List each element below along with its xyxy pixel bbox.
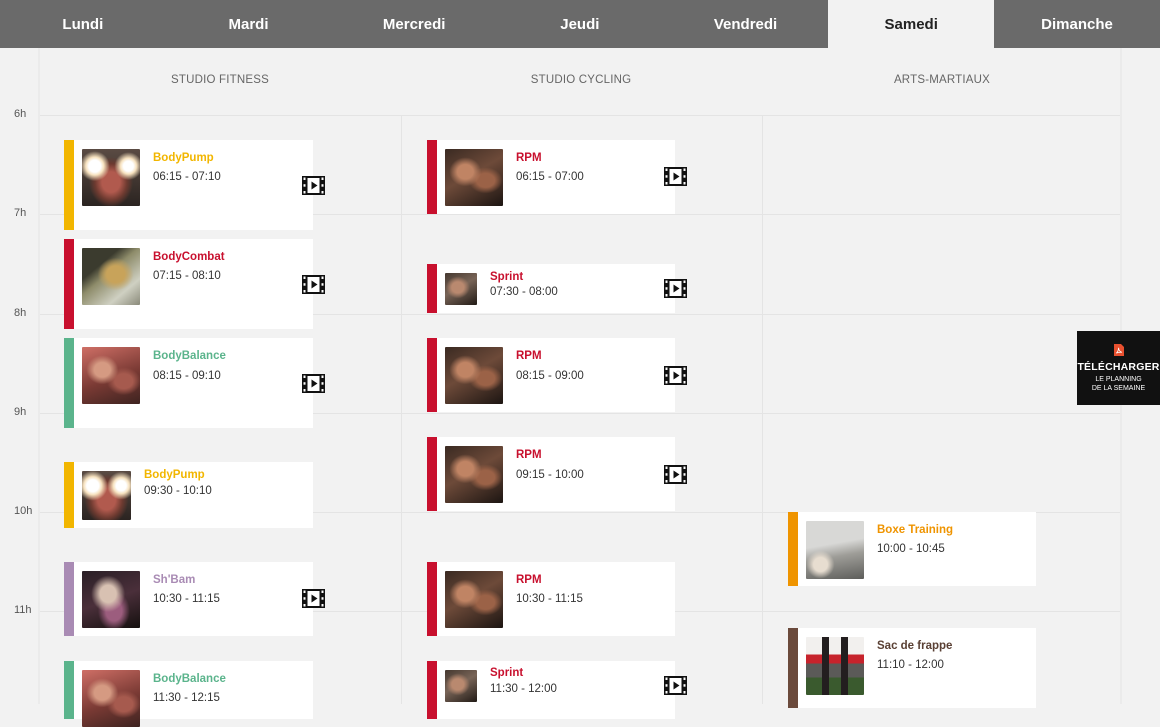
class-time: 09:30 - 10:10 <box>144 485 212 497</box>
class-time: 10:00 - 10:45 <box>877 543 945 555</box>
class-thumbnail <box>445 347 503 404</box>
class-time: 10:30 - 11:15 <box>516 593 583 605</box>
class-thumbnail <box>82 670 140 727</box>
tab-jeudi[interactable]: Jeudi <box>497 0 663 48</box>
column-divider <box>401 116 402 704</box>
class-color-bar <box>427 338 437 412</box>
hour-label: 6h <box>14 108 27 120</box>
video-icon[interactable] <box>664 676 687 695</box>
class-time: 06:15 - 07:10 <box>153 171 221 183</box>
tab-mardi[interactable]: Mardi <box>166 0 332 48</box>
hour-label: 7h <box>14 207 27 219</box>
class-thumbnail <box>806 637 864 695</box>
column-header-martial-arts: ARTS-MARTIAUX <box>893 74 991 86</box>
hour-gridline <box>40 115 1120 116</box>
video-icon[interactable] <box>302 176 325 195</box>
hour-label: 8h <box>14 307 27 319</box>
class-title[interactable]: RPM <box>516 574 542 586</box>
class-time: 11:30 - 12:00 <box>490 683 557 695</box>
pdf-icon <box>1113 344 1124 356</box>
video-icon[interactable] <box>302 275 325 294</box>
class-title[interactable]: Sh'Bam <box>153 574 195 586</box>
video-icon[interactable] <box>664 279 687 298</box>
class-title[interactable]: BodyPump <box>153 152 214 164</box>
left-divider <box>38 48 40 704</box>
class-title[interactable]: Sac de frappe <box>877 640 952 652</box>
class-time: 11:30 - 12:15 <box>153 692 220 704</box>
tab-lundi[interactable]: Lundi <box>0 0 166 48</box>
download-planning-button[interactable]: TÉLÉCHARGER LE PLANNING DE LA SEMAINE <box>1077 331 1160 405</box>
hour-label: 11h <box>14 604 32 616</box>
class-color-bar <box>64 239 74 329</box>
class-thumbnail <box>445 273 477 305</box>
class-title[interactable]: Sprint <box>490 271 523 283</box>
video-icon[interactable] <box>302 589 325 608</box>
download-sublabel: LE PLANNING DE LA SEMAINE <box>1091 376 1146 392</box>
class-color-bar <box>64 562 74 636</box>
class-color-bar <box>64 462 74 528</box>
class-thumbnail <box>445 446 503 503</box>
class-color-bar <box>427 437 437 511</box>
class-title[interactable]: BodyBalance <box>153 350 226 362</box>
column-header-cycling: STUDIO CYCLING <box>530 74 632 86</box>
class-color-bar <box>64 140 74 230</box>
class-color-bar <box>788 628 798 708</box>
tab-samedi[interactable]: Samedi <box>828 0 995 48</box>
class-color-bar <box>64 661 74 719</box>
class-thumbnail <box>82 149 140 206</box>
class-time: 11:10 - 12:00 <box>877 659 944 671</box>
class-color-bar <box>427 264 437 313</box>
tab-mercredi[interactable]: Mercredi <box>331 0 497 48</box>
class-title[interactable]: BodyBalance <box>153 673 226 685</box>
class-thumbnail <box>82 571 140 628</box>
tab-vendredi[interactable]: Vendredi <box>663 0 829 48</box>
class-thumbnail <box>82 471 131 520</box>
class-title[interactable]: Boxe Training <box>877 524 953 536</box>
class-color-bar <box>64 338 74 428</box>
column-divider <box>762 116 763 704</box>
hour-label: 9h <box>14 406 27 418</box>
class-time: 07:15 - 08:10 <box>153 270 221 282</box>
class-color-bar <box>788 512 798 586</box>
class-title[interactable]: Sprint <box>490 667 523 679</box>
class-time: 10:30 - 11:15 <box>153 593 220 605</box>
class-color-bar <box>427 562 437 636</box>
class-thumbnail <box>445 149 503 206</box>
video-icon[interactable] <box>664 465 687 484</box>
class-title[interactable]: RPM <box>516 152 542 164</box>
class-color-bar <box>427 140 437 214</box>
class-time: 08:15 - 09:10 <box>153 370 221 382</box>
class-time: 06:15 - 07:00 <box>516 171 584 183</box>
class-thumbnail <box>445 571 503 628</box>
class-title[interactable]: RPM <box>516 449 542 461</box>
day-tabs: Lundi Mardi Mercredi Jeudi Vendredi Same… <box>0 0 1160 48</box>
video-icon[interactable] <box>302 374 325 393</box>
tab-dimanche[interactable]: Dimanche <box>994 0 1160 48</box>
class-color-bar <box>427 661 437 719</box>
class-time: 09:15 - 10:00 <box>516 469 584 481</box>
class-time: 08:15 - 09:00 <box>516 370 584 382</box>
download-label: TÉLÉCHARGER <box>1077 361 1160 373</box>
class-title[interactable]: BodyPump <box>144 469 205 481</box>
class-title[interactable]: BodyCombat <box>153 251 225 263</box>
class-thumbnail <box>806 521 864 579</box>
class-thumbnail <box>82 347 140 404</box>
class-thumbnail <box>82 248 140 305</box>
class-time: 07:30 - 08:00 <box>490 286 558 298</box>
video-icon[interactable] <box>664 366 687 385</box>
class-thumbnail <box>445 670 477 702</box>
class-title[interactable]: RPM <box>516 350 542 362</box>
hour-label: 10h <box>14 505 33 517</box>
column-header-fitness: STUDIO FITNESS <box>170 74 269 86</box>
video-icon[interactable] <box>664 167 687 186</box>
